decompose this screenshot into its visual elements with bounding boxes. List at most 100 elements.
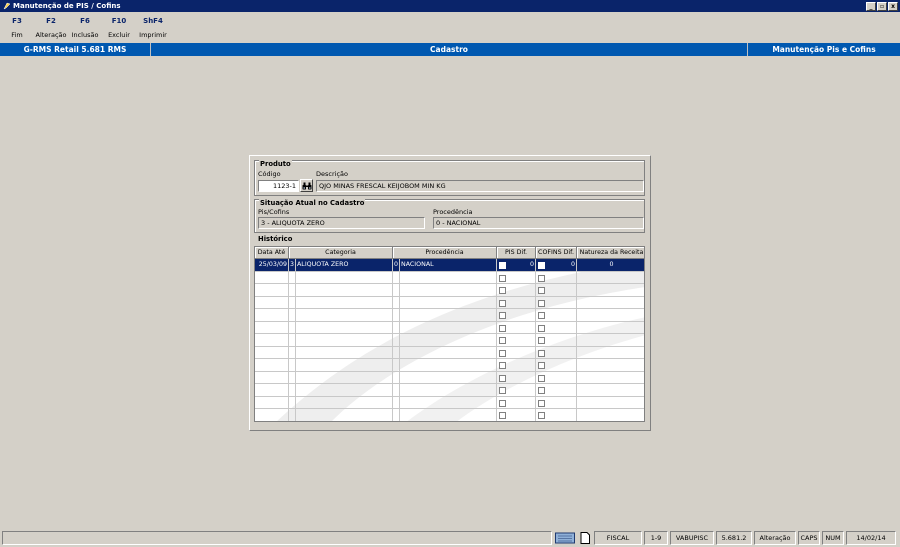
fkey-fim[interactable]: F3 Fim — [0, 12, 34, 42]
table-row[interactable] — [255, 384, 644, 397]
table-cell — [536, 359, 577, 371]
pis-checkbox[interactable] — [499, 274, 506, 282]
fkey-label: Inclusão — [71, 31, 99, 39]
table-cell — [400, 384, 497, 396]
fkey-key: F3 — [12, 17, 22, 25]
table-cell — [400, 409, 497, 421]
historico-table[interactable]: Data Até Categoria Procedência PIS Dif. … — [254, 246, 645, 422]
cofins-checkbox[interactable] — [538, 287, 545, 294]
cofins-checkbox[interactable] — [538, 262, 545, 269]
status-mode: Alteração — [754, 531, 796, 545]
pis-checkbox[interactable] — [499, 374, 506, 382]
cofins-checkbox[interactable] — [538, 299, 545, 307]
table-cell — [289, 321, 296, 333]
table-cell — [255, 309, 289, 321]
table-row[interactable] — [255, 271, 644, 284]
cofins-checkbox[interactable] — [538, 387, 545, 394]
fkey-imprimir[interactable]: ShF4 Imprimir — [136, 12, 170, 42]
table-cell — [296, 296, 393, 308]
table-cell — [577, 384, 644, 396]
table-cell — [296, 409, 393, 421]
table-row[interactable] — [255, 296, 644, 309]
procedencia-label: Procedência — [433, 208, 473, 216]
pis-checkbox[interactable] — [499, 324, 506, 332]
table-row[interactable] — [255, 284, 644, 297]
cofins-checkbox[interactable] — [538, 324, 545, 332]
pis-checkbox[interactable] — [499, 387, 506, 394]
table-cell — [255, 371, 289, 383]
pis-checkbox[interactable] — [499, 362, 506, 369]
table-cell — [255, 359, 289, 371]
table-row[interactable] — [255, 321, 644, 334]
table-cell — [577, 272, 644, 284]
table-row[interactable] — [255, 359, 644, 372]
fkey-inclusao[interactable]: F6 Inclusão — [68, 12, 102, 42]
pis-checkbox[interactable] — [499, 262, 506, 269]
table-row[interactable] — [255, 309, 644, 322]
cofins-checkbox[interactable] — [538, 374, 545, 382]
table-cell — [536, 346, 577, 358]
cofins-checkbox[interactable] — [538, 412, 545, 419]
restore-button[interactable]: ▫ — [877, 1, 887, 11]
app-icon — [2, 2, 11, 11]
pis-checkbox[interactable] — [499, 299, 506, 307]
table-cell — [497, 296, 536, 308]
cofins-checkbox[interactable] — [538, 312, 545, 319]
status-bar: FISCAL 1-9 VABUPISC 5.681.2 Alteração CA… — [0, 529, 900, 547]
table-cell — [497, 396, 536, 408]
cofins-checkbox[interactable] — [538, 399, 545, 407]
table-cell — [536, 384, 577, 396]
table-cell — [400, 371, 497, 383]
cofins-checkbox[interactable] — [538, 274, 545, 282]
table-cell — [289, 396, 296, 408]
codigo-input[interactable]: 1123-1 — [258, 180, 299, 192]
table-cell — [497, 371, 536, 383]
table-cell — [289, 284, 296, 296]
col-pis-dif[interactable]: PIS Dif. — [497, 247, 536, 259]
table-cell — [393, 296, 400, 308]
table-cell — [577, 347, 644, 359]
status-date: 14/02/14 — [846, 531, 896, 545]
pis-checkbox[interactable] — [499, 349, 506, 357]
table-cell — [577, 297, 644, 309]
close-button[interactable]: x — [888, 1, 898, 11]
table-row[interactable] — [255, 346, 644, 359]
fkey-label: Imprimir — [139, 31, 167, 39]
document-icon — [578, 531, 592, 545]
situacao-group-title: Situação Atual no Cadastro — [259, 199, 366, 207]
cofins-checkbox[interactable] — [538, 337, 545, 344]
col-categoria[interactable]: Categoria — [289, 247, 393, 259]
cell-categoria-code: 3 — [289, 259, 296, 271]
codigo-label: Código — [258, 170, 281, 178]
table-row[interactable] — [255, 409, 644, 421]
col-data-ate[interactable]: Data Até — [255, 247, 289, 259]
table-row[interactable]: 25/03/09 3 ALIQUOTA ZERO 0 NACIONAL 0 0 … — [255, 259, 644, 272]
cofins-checkbox[interactable] — [538, 349, 545, 357]
pis-checkbox[interactable] — [499, 399, 506, 407]
status-message — [2, 531, 552, 545]
table-cell — [296, 271, 393, 283]
search-product-button[interactable] — [300, 179, 313, 192]
table-cell — [255, 384, 289, 396]
fkey-alteracao[interactable]: F2 Alteração — [34, 12, 68, 42]
pis-checkbox[interactable] — [499, 337, 506, 344]
table-cell — [497, 271, 536, 283]
col-natureza-receita[interactable]: Natureza da Receita — [577, 247, 644, 259]
table-row[interactable] — [255, 371, 644, 384]
table-cell — [497, 346, 536, 358]
pis-checkbox[interactable] — [499, 412, 506, 419]
fkey-excluir[interactable]: F10 Excluir — [102, 12, 136, 42]
table-cell — [296, 384, 393, 396]
col-procedencia[interactable]: Procedência — [393, 247, 497, 259]
minimize-button[interactable]: _ — [866, 1, 876, 11]
status-range: 1-9 — [644, 531, 668, 545]
pis-checkbox[interactable] — [499, 312, 506, 319]
table-row[interactable] — [255, 334, 644, 347]
pis-checkbox[interactable] — [499, 287, 506, 294]
table-row[interactable] — [255, 396, 644, 409]
col-cofins-dif[interactable]: COFINS Dif. — [536, 247, 577, 259]
main-panel: Produto Código 1123-1 Descrição QJO MINA… — [249, 155, 651, 431]
table-cell — [577, 334, 644, 346]
cofins-checkbox[interactable] — [538, 362, 545, 369]
table-cell — [393, 346, 400, 358]
